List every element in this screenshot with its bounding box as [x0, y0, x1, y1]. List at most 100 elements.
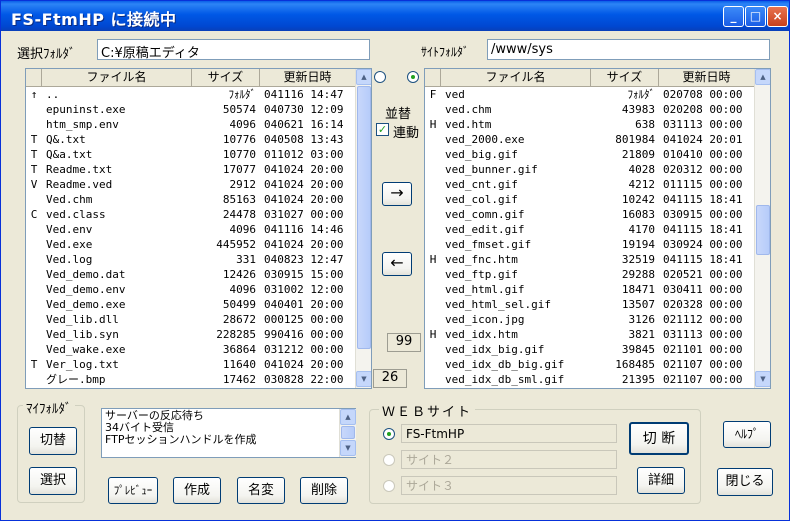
file-row[interactable]: Ved.log 331 040823 12:47: [26, 252, 356, 267]
file-row[interactable]: ved_html_sel.gif 13507 020328 00:00: [425, 297, 755, 312]
scroll-thumb[interactable]: [341, 426, 355, 439]
file-row[interactable]: ved_ftp.gif 29288 020521 00:00: [425, 267, 755, 282]
detail-button[interactable]: 詳細: [637, 467, 685, 494]
file-row[interactable]: ved_bunner.gif 4028 020312 00:00: [425, 162, 755, 177]
file-row[interactable]: htm_smp.env 4096 040621 16:14: [26, 117, 356, 132]
site3-name[interactable]: サイト３: [401, 476, 617, 495]
close-dialog-button[interactable]: 閉じる: [717, 468, 773, 496]
file-name: Ver_log.txt: [46, 358, 119, 371]
file-row[interactable]: ved.chm 43983 020208 00:00: [425, 102, 755, 117]
scroll-thumb[interactable]: [357, 86, 371, 349]
local-file-count: 26: [373, 369, 407, 388]
file-row[interactable]: T Q&.txt 10776 040508 13:43: [26, 132, 356, 147]
file-size: 331: [236, 253, 256, 266]
file-row[interactable]: ved_cnt.gif 4212 011115 00:00: [425, 177, 755, 192]
file-row[interactable]: Hved_fnc.htm 32519 041115 18:41: [425, 252, 755, 267]
scroll-up-button[interactable]: ▲: [356, 69, 371, 85]
scroll-thumb[interactable]: [756, 205, 770, 255]
file-row[interactable]: ved_fmset.gif 19194 030924 00:00: [425, 237, 755, 252]
site-list-scrollbar[interactable]: ▲ ▼: [754, 69, 770, 388]
file-row[interactable]: グレー.bmp 17462 030828 22:00: [26, 372, 356, 387]
file-row[interactable]: T Q&a.txt 10770 011012 03:00: [26, 147, 356, 162]
file-row[interactable]: Ved_demo.dat 12426 030915 15:00: [26, 267, 356, 282]
link-checkbox[interactable]: ✓: [376, 123, 389, 136]
file-row[interactable]: Ved_wake.exe 36864 031212 00:00: [26, 342, 356, 357]
maximize-button[interactable]: □: [745, 6, 766, 27]
file-row[interactable]: Fved ﾌｫﾙﾀﾞ 020708 00:00: [425, 87, 755, 102]
file-row[interactable]: Hved_idx.htm 3821 031113 00:00: [425, 327, 755, 342]
scroll-up-button[interactable]: ▲: [755, 69, 770, 85]
local-list-scrollbar[interactable]: ▲ ▼: [355, 69, 371, 388]
file-name: Ved_wake.exe: [46, 343, 126, 356]
file-row[interactable]: ved_idx_db_big.gif 168485 021107 00:00: [425, 357, 755, 372]
local-file-list[interactable]: ファイル名 サイズ 更新日時 ↑.. ﾌｫﾙﾀﾞ 041116 14:47 epunins…: [25, 68, 372, 389]
file-row[interactable]: ved_icon.jpg 3126 021112 00:00: [425, 312, 755, 327]
column-header[interactable]: [26, 69, 42, 87]
site1-radio[interactable]: [383, 428, 395, 440]
file-row[interactable]: Cved.class 24478 031027 00:00: [26, 207, 356, 222]
file-row[interactable]: ved_col.gif 10242 041115 18:41: [425, 192, 755, 207]
file-row[interactable]: T Readme.txt 17077 041024 20:00: [26, 162, 356, 177]
file-row[interactable]: ved_html.gif 18471 030411 00:00: [425, 282, 755, 297]
close-button[interactable]: ×: [767, 6, 788, 27]
scroll-up-button[interactable]: ▲: [340, 409, 356, 425]
preview-button[interactable]: ﾌﾟﾚﾋﾞｭｰ: [108, 477, 158, 504]
file-row[interactable]: ved_big.gif 21809 010410 00:00: [425, 147, 755, 162]
rename-button[interactable]: 名変: [237, 477, 285, 504]
file-row[interactable]: Ved.chm 85163 041024 20:00: [26, 192, 356, 207]
file-row[interactable]: Ved.env 4096 041116 14:46: [26, 222, 356, 237]
file-name: Ved.log: [46, 253, 93, 266]
column-header[interactable]: サイズ: [192, 69, 260, 87]
file-row[interactable]: ved_comn.gif 16083 030915 00:00: [425, 207, 755, 222]
title-bar[interactable]: FS-FtmHP に接続中 _ □ ×: [1, 1, 789, 31]
file-row[interactable]: ved_edit.gif 4170 041115 18:41: [425, 222, 755, 237]
file-row[interactable]: Ved_demo.env 4096 031002 12:00: [26, 282, 356, 297]
sort-site-radio[interactable]: [407, 71, 419, 83]
myfolder-switch-button[interactable]: 切替: [29, 427, 77, 455]
file-row[interactable]: Ved_lib.syn 228285 990416 00:00: [26, 327, 356, 342]
download-arrow-button[interactable]: ←: [382, 252, 412, 276]
local-folder-path[interactable]: C:¥原稿エディタ: [97, 39, 370, 60]
disconnect-button[interactable]: 切 断: [629, 422, 689, 455]
scroll-down-button[interactable]: ▼: [340, 440, 356, 456]
sort-local-radio[interactable]: [374, 71, 386, 83]
create-button[interactable]: 作成: [173, 477, 221, 504]
file-flag: [425, 282, 441, 297]
site-folder-path[interactable]: /www/sys: [487, 39, 770, 60]
minimize-button[interactable]: _: [723, 6, 744, 27]
file-row[interactable]: V Readme.ved 2912 041024 20:00: [26, 177, 356, 192]
file-row[interactable]: ved_idx_db_sml.gif 21395 021107 00:00: [425, 372, 755, 387]
scroll-down-button[interactable]: ▼: [755, 371, 770, 387]
site2-name[interactable]: サイト２: [401, 450, 617, 469]
file-row[interactable]: ved_2000.exe 801984 041024 20:01: [425, 132, 755, 147]
column-header[interactable]: サイズ: [591, 69, 659, 87]
help-button[interactable]: ﾍﾙﾌﾟ: [723, 421, 771, 448]
file-modified: 041115 18:41: [663, 253, 743, 266]
site2-radio[interactable]: [383, 454, 395, 466]
file-name: ved.htm: [445, 118, 492, 131]
file-row[interactable]: Hved.htm 638 031113 00:00: [425, 117, 755, 132]
file-row[interactable]: ved_idx_big.gif 39845 021101 00:00: [425, 342, 755, 357]
column-header[interactable]: 更新日時: [260, 69, 356, 87]
column-header[interactable]: 更新日時: [659, 69, 755, 87]
myfolder-select-button[interactable]: 選択: [29, 467, 77, 495]
log-scrollbar[interactable]: ▲ ▼: [339, 409, 356, 457]
file-row[interactable]: ↑.. ﾌｫﾙﾀﾞ 041116 14:47: [26, 87, 356, 102]
file-row[interactable]: Ved_lib.dll 28672 000125 00:00: [26, 312, 356, 327]
delete-button[interactable]: 削除: [300, 477, 348, 504]
site-file-list[interactable]: ファイル名 サイズ 更新日時 Fved ﾌｫﾙﾀﾞ 020708 00:00 ved.ch…: [424, 68, 771, 389]
file-size: 36864: [222, 343, 256, 356]
file-size: 17077: [222, 163, 256, 176]
upload-arrow-button[interactable]: →: [382, 182, 412, 206]
file-row[interactable]: Ved.exe 445952 041024 20:00: [26, 237, 356, 252]
scroll-down-button[interactable]: ▼: [356, 371, 371, 387]
file-row[interactable]: T Ver_log.txt 11640 041024 20:00: [26, 357, 356, 372]
file-row[interactable]: Ved_demo.exe 50499 040401 20:00: [26, 297, 356, 312]
site3-radio[interactable]: [383, 480, 395, 492]
column-header[interactable]: [425, 69, 441, 87]
column-header[interactable]: ファイル名: [42, 69, 192, 87]
column-header[interactable]: ファイル名: [441, 69, 591, 87]
site1-name[interactable]: FS-FtmHP: [401, 424, 617, 443]
file-size: 13507: [621, 298, 655, 311]
file-row[interactable]: epuninst.exe 50574 040730 12:09: [26, 102, 356, 117]
